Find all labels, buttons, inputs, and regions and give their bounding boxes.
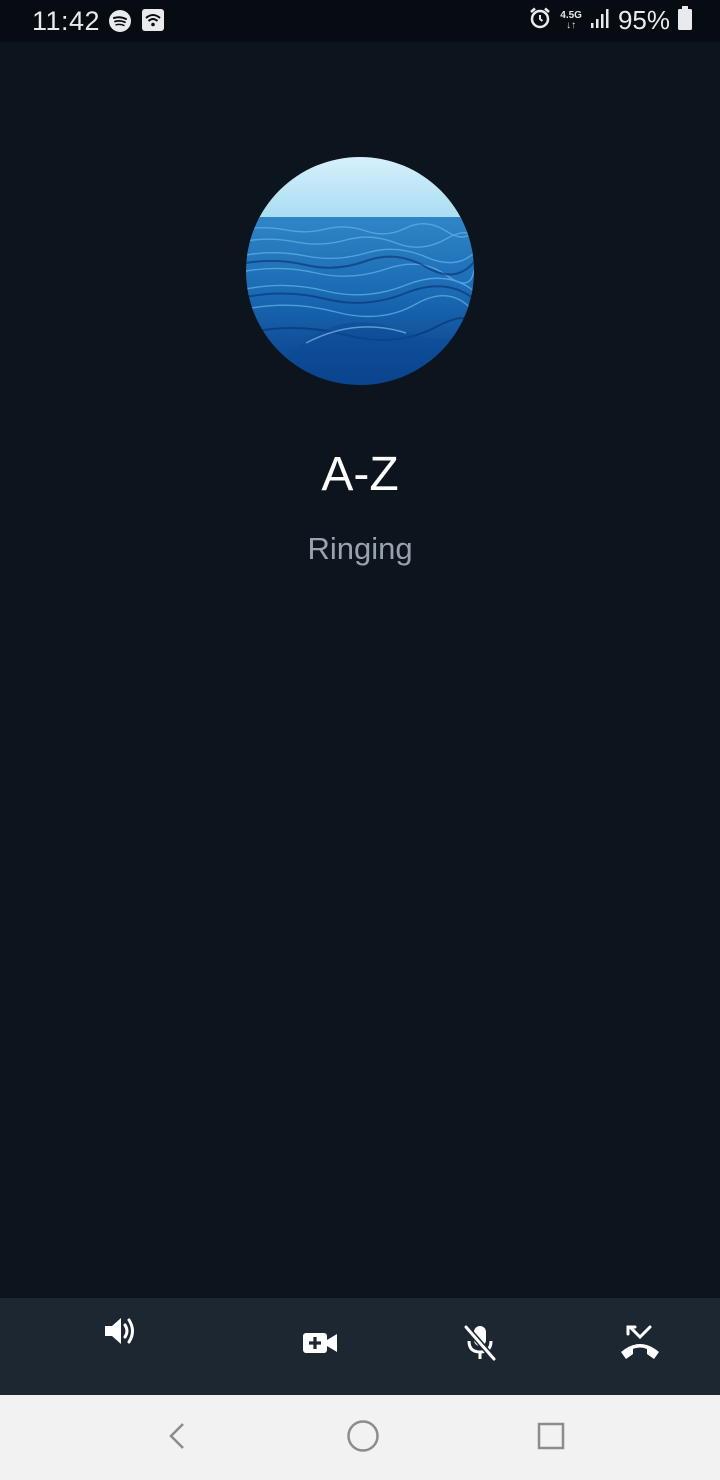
battery-percent: 95% <box>617 5 670 35</box>
status-time: 11:42 <box>32 6 101 36</box>
call-controls-bar <box>0 1298 720 1395</box>
speaker-button[interactable] <box>88 1301 152 1365</box>
contact-avatar <box>246 157 474 385</box>
signal-icon <box>590 7 610 34</box>
end-call-button[interactable] <box>608 1313 672 1377</box>
status-bar: 11:42 4.5G ↓↑ 95% <box>0 0 720 42</box>
wifi-cast-icon <box>142 9 164 38</box>
home-icon <box>346 1419 380 1458</box>
nav-home-button[interactable] <box>333 1408 393 1468</box>
call-status: Ringing <box>307 531 413 566</box>
alarm-icon <box>528 6 552 35</box>
speaker-icon <box>102 1313 138 1354</box>
recents-icon <box>537 1422 565 1455</box>
call-screen: 11:42 4.5G ↓↑ 95% A-Z Ringing <box>0 0 720 1480</box>
contact-name: A-Z <box>321 448 399 501</box>
spotify-icon <box>108 9 132 38</box>
system-nav-bar <box>0 1395 720 1480</box>
back-icon <box>166 1421 188 1456</box>
network-type-label: 4.5G ↓↑ <box>560 9 582 31</box>
end-call-icon <box>618 1324 662 1367</box>
nav-recents-button[interactable] <box>521 1408 581 1468</box>
video-button[interactable] <box>288 1313 352 1377</box>
mic-off-icon <box>463 1324 497 1367</box>
mute-button[interactable] <box>448 1313 512 1377</box>
nav-back-button[interactable] <box>147 1408 207 1468</box>
battery-icon <box>678 6 692 35</box>
video-add-icon <box>302 1329 338 1362</box>
